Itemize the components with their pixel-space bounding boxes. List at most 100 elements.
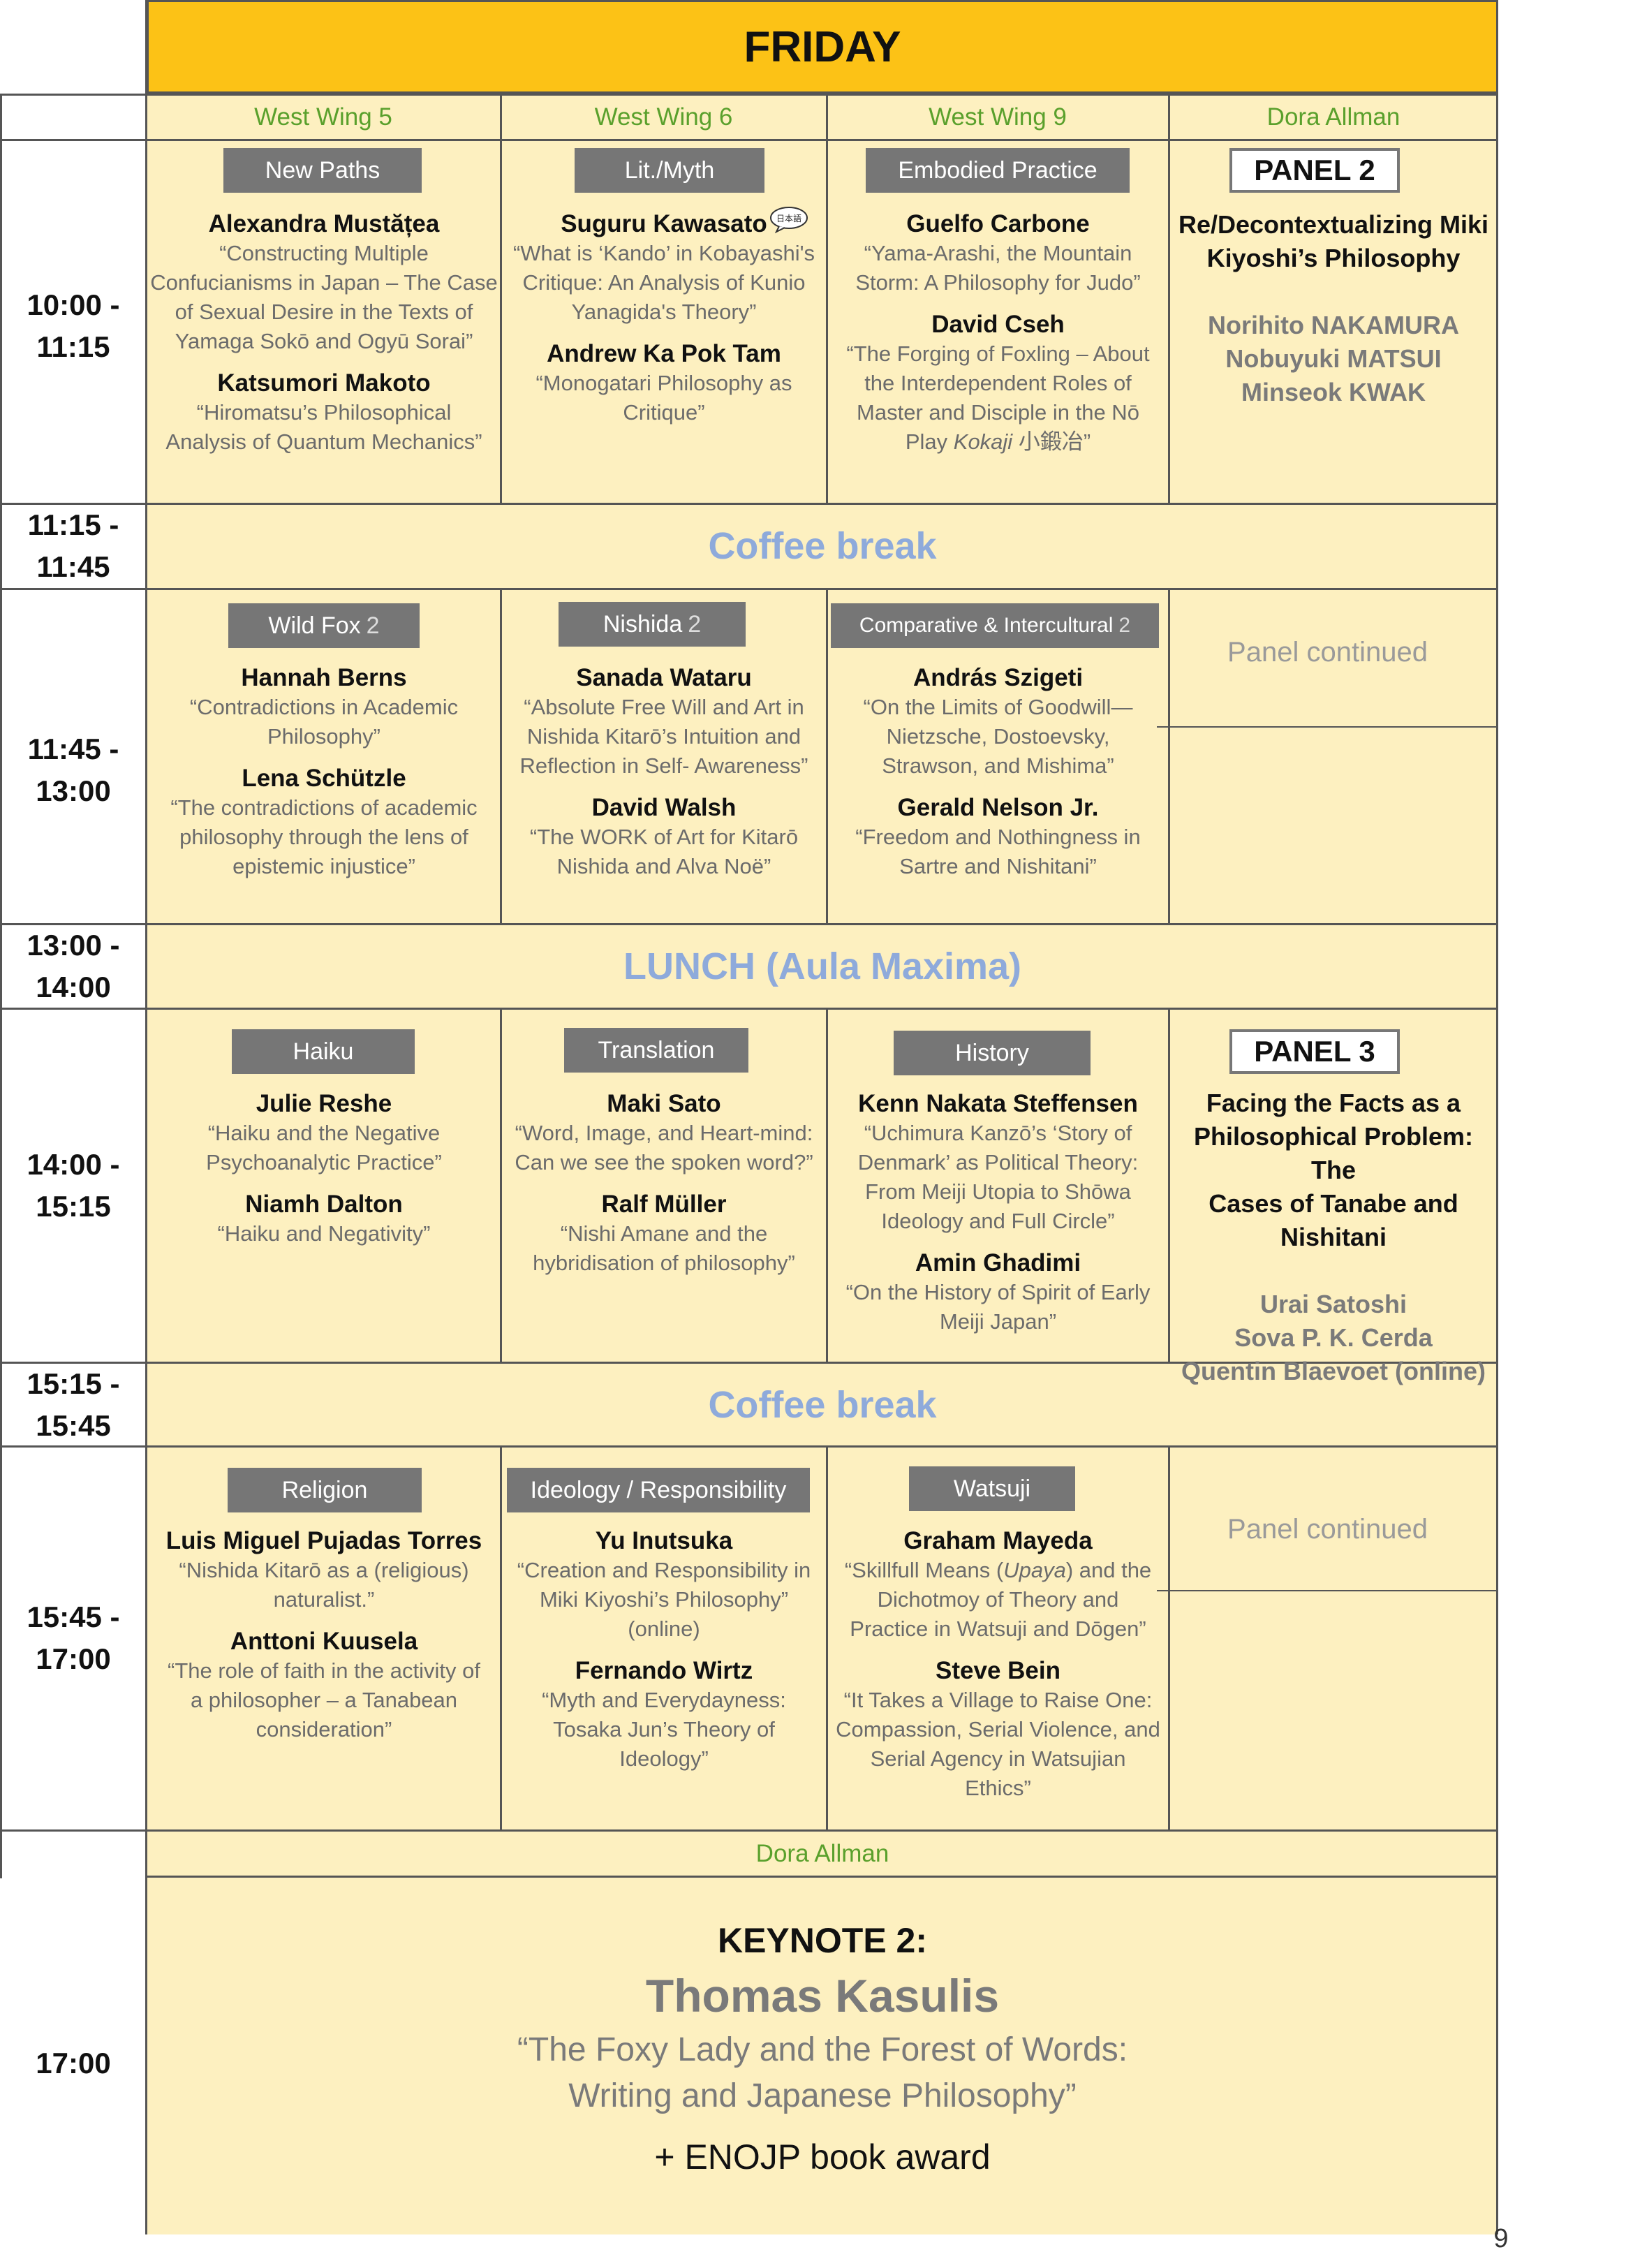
lunch-break: LUNCH (Aula Maxima) <box>623 945 1022 987</box>
time-start: 10:00 - <box>27 288 120 321</box>
time-slot-7: 15:45 - 17:00 <box>0 1593 147 1684</box>
panel-continued: Panel continued <box>1227 637 1428 668</box>
talk-title: Critique: An Analysis of Kunio <box>522 270 806 295</box>
page-number: 9 <box>1493 2224 1509 2253</box>
talk-title: Practice in Watsuji and Dōgen” <box>850 1617 1146 1641</box>
keynote-label: KEYNOTE 2: <box>717 1921 928 1960</box>
talk-title: of Sexual Desire in the Texts of <box>175 300 473 324</box>
talk-title: Ideology and Full Circle” <box>881 1209 1115 1233</box>
talk-title: Ideology” <box>619 1746 709 1771</box>
talk-title: “On the History of Spirit of Early <box>845 1280 1151 1304</box>
talk-title: From Meiji Utopia to Shōwa <box>865 1179 1131 1204</box>
speaker-name: Hannah Berns <box>241 664 407 691</box>
panelist-name: Sova P. K. Cerda <box>1234 1323 1433 1352</box>
speaker-name: Julie Reshe <box>256 1090 392 1117</box>
talk-title: Yanagida's Theory” <box>571 300 757 324</box>
talk-title: Philosophy” <box>267 724 380 749</box>
talk-title: Ethics” <box>965 1776 1031 1800</box>
panel-title: Nishitani <box>1280 1223 1387 1251</box>
session-column: Sanada Wataru “Absolute Free Will and Ar… <box>503 663 825 881</box>
time-slot-6: 15:15 - 15:45 <box>0 1363 147 1447</box>
talk-title: Play Kokaji 小鍛冶” <box>905 429 1091 454</box>
room-header-4: Dora Allman <box>1266 103 1400 131</box>
track-tag-lit-myth: Lit./Myth <box>575 148 764 193</box>
time-end: 13:00 <box>36 774 111 807</box>
panelist-name: Minseok KWAK <box>1241 378 1426 406</box>
panel-title: Philosophical Problem: The <box>1193 1122 1474 1184</box>
time-end: 17:00 <box>36 1642 111 1675</box>
speaker-name: András Szigeti <box>912 664 1084 691</box>
speaker-name: Yu Inutsuka <box>595 1527 733 1554</box>
time-start: 15:45 - <box>27 1600 120 1633</box>
talk-title: hybridisation of philosophy” <box>533 1251 795 1275</box>
talk-title: “Nishi Amane and the <box>560 1221 768 1246</box>
talk-title: Can we see the spoken word?” <box>515 1150 813 1174</box>
time-end: 15:15 <box>36 1190 111 1223</box>
talk-title: the Interdependent Roles of <box>864 371 1132 395</box>
coffee-break-2: Coffee break <box>708 1384 937 1426</box>
panel-continued: Panel continued <box>1227 1514 1428 1545</box>
track-tag-history: History <box>894 1031 1091 1075</box>
talk-title: naturalist.” <box>273 1587 375 1612</box>
session-column: Yu Inutsuka “Creation and Responsibility… <box>503 1526 825 1774</box>
talk-title: “The contradictions of academic <box>170 795 478 820</box>
talk-title: Nietzsche, Dostoevsky, <box>886 724 1110 749</box>
panelist-name: Nobuyuki MATSUI <box>1225 344 1442 373</box>
time-slot-4: 13:00 - 14:00 <box>0 925 147 1008</box>
speaker-name: Guelfo Carbone <box>906 210 1090 237</box>
track-tag-new-paths: New Paths <box>223 148 422 193</box>
speaker-name: Graham Mayeda <box>903 1527 1093 1554</box>
speaker-name: Lena Schützle <box>242 765 406 792</box>
keynote-speaker: Thomas Kasulis <box>645 1970 1000 2022</box>
time-end: 11:15 <box>36 330 110 363</box>
speaker-name: Maki Sato <box>607 1090 721 1117</box>
keynote-room: Dora Allman <box>755 1840 889 1867</box>
talk-title: (online) <box>628 1617 700 1641</box>
talk-title: Storm: A Philosophy for Judo” <box>855 270 1141 295</box>
talk-title: a philosopher – a Tanabean <box>190 1688 458 1712</box>
speaker-name: Alexandra Mustățea <box>208 210 440 237</box>
panelist-name: Norihito NAKAMURA <box>1208 311 1459 339</box>
time-slot-5: 14:00 - 15:15 <box>0 1140 147 1231</box>
talk-title: Sartre and Nishitani” <box>899 854 1097 878</box>
track-tag-watsuji: Watsuji <box>909 1466 1075 1511</box>
talk-title: “Absolute Free Will and Art in <box>524 695 804 719</box>
time-start: 14:00 - <box>27 1148 120 1181</box>
panel-column: Facing the Facts as a Philosophical Prob… <box>1171 1087 1496 1388</box>
keynote-title: Writing and Japanese Philosophy” <box>568 2077 1077 2114</box>
time-start: 11:45 - <box>27 732 119 765</box>
day-title: FRIDAY <box>744 22 901 71</box>
talk-title: “Hiromatsu’s Philosophical <box>196 400 452 425</box>
panel-3-tag: PANEL 3 <box>1229 1029 1400 1074</box>
talk-title: “Myth and Everydayness: <box>542 1688 786 1712</box>
track-tag-ideology-responsibility: Ideology / Responsibility <box>507 1468 810 1512</box>
talk-title: “On the Limits of Goodwill— <box>863 695 1133 719</box>
speaker-name: Kenn Nakata Steffensen <box>858 1090 1138 1117</box>
speaker-name: David Walsh <box>591 794 737 821</box>
track-tag-haiku: Haiku <box>232 1029 415 1074</box>
session-column: András Szigeti “On the Limits of Goodwil… <box>829 663 1167 881</box>
talk-title: “Yama-Arashi, the Mountain <box>864 241 1132 265</box>
session-column: Suguru Kawasato “What is ‘Kando’ in Koba… <box>503 209 825 427</box>
panel-column: Re/Decontextualizing Miki Kiyoshi’s Phil… <box>1171 208 1496 409</box>
speaker-name: Niamh Dalton <box>245 1191 403 1218</box>
talk-title: Nishida and Alva Noë” <box>556 854 771 878</box>
talk-title: Tosaka Jun’s Theory of <box>553 1717 775 1742</box>
talk-title: “The Forging of Foxling – About <box>846 341 1150 366</box>
talk-title: “What is ‘Kando’ in Kobayashi's <box>512 241 815 265</box>
panel-title: Facing the Facts as a <box>1206 1089 1461 1117</box>
room-header-1: West Wing 5 <box>254 103 392 131</box>
time-end: 11:45 <box>36 550 110 583</box>
panel-title: Cases of Tanabe and <box>1209 1189 1458 1218</box>
speaker-name: Sanada Wataru <box>576 664 752 691</box>
talk-title: “Contradictions in Academic <box>189 695 459 719</box>
speaker-name: Katsumori Makoto <box>217 369 431 397</box>
talk-title: Critique” <box>623 400 705 425</box>
session-column: Guelfo Carbone “Yama-Arashi, the Mountai… <box>829 209 1167 457</box>
talk-title: “Constructing Multiple <box>219 241 429 265</box>
speaker-name: Amin Ghadimi <box>915 1249 1081 1276</box>
session-column: Maki Sato “Word, Image, and Heart-mind: … <box>503 1089 825 1278</box>
session-column: Luis Miguel Pujadas Torres “Nishida Kita… <box>149 1526 498 1744</box>
panelist-name: Urai Satoshi <box>1259 1290 1407 1318</box>
room-header-3: West Wing 9 <box>929 103 1067 131</box>
